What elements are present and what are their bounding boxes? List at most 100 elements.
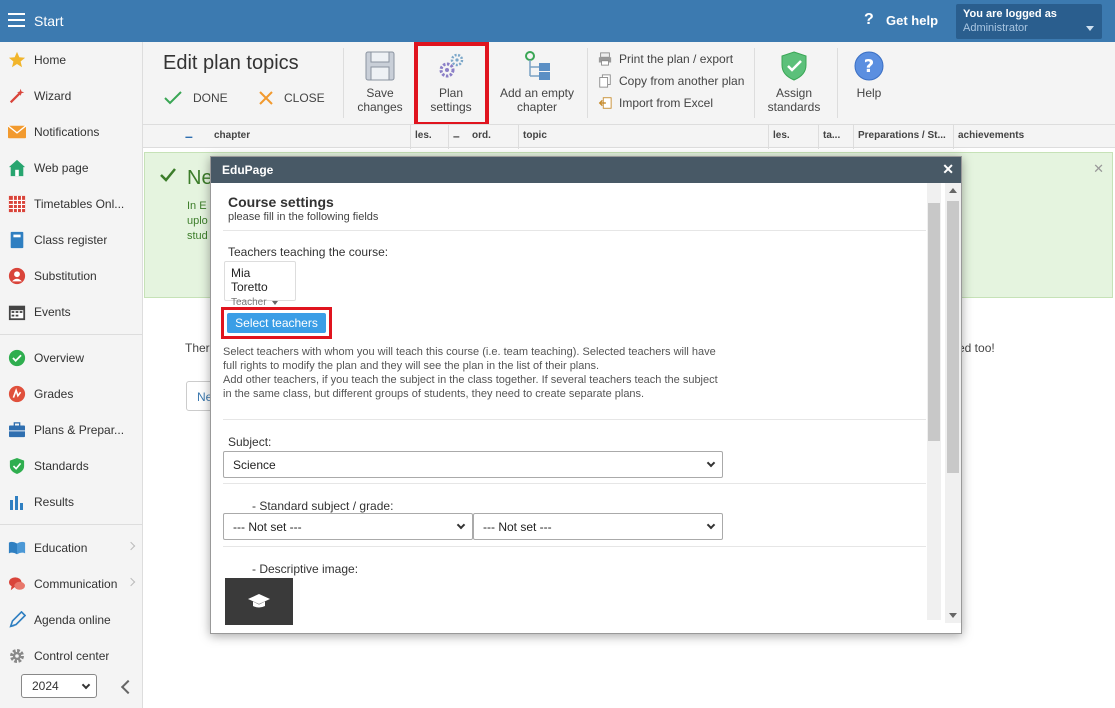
select-teachers-button[interactable]: Select teachers — [227, 313, 326, 333]
ord-collapse-button[interactable]: – — [448, 125, 468, 149]
scrollbar-thumb[interactable] — [947, 201, 959, 473]
standard-subject-value: --- Not set --- — [233, 520, 302, 534]
sidebar-item-grades[interactable]: Grades — [0, 381, 142, 407]
assign-standards-button[interactable]: Assign standards — [763, 50, 825, 114]
column-ta[interactable]: ta... — [818, 125, 853, 149]
collapse-all-button[interactable]: – — [143, 125, 210, 149]
person-icon — [8, 267, 26, 285]
sidebar-item-notifications[interactable]: Notifications — [0, 119, 142, 145]
grade-icon — [8, 385, 26, 403]
sidebar-item-label: Standards — [34, 459, 89, 473]
year-value: 2024 — [32, 679, 59, 693]
close-icon[interactable]: ✕ — [1093, 161, 1104, 177]
check-icon — [164, 91, 182, 105]
done-label: DONE — [193, 91, 228, 105]
copy-plan-button[interactable]: Copy from another plan — [598, 74, 744, 88]
sidebar-item-education[interactable]: Education — [0, 535, 142, 561]
hamburger-menu-icon[interactable] — [8, 13, 25, 27]
start-link[interactable]: Start — [34, 13, 64, 29]
sidebar: Home Wizard Notifications Web page Timet… — [0, 42, 143, 708]
notice-line: In E — [187, 200, 207, 212]
sidebar-item-agenda[interactable]: Agenda online — [0, 607, 142, 633]
star-icon — [8, 51, 26, 69]
print-label: Print the plan / export — [619, 52, 734, 66]
wand-icon — [8, 87, 26, 105]
get-help-link[interactable]: Get help — [886, 13, 938, 28]
sidebar-item-label: Wizard — [34, 89, 72, 103]
page-title: Edit plan topics — [163, 52, 299, 74]
sidebar-item-class-register[interactable]: Class register — [0, 227, 142, 253]
add-empty-chapter-button[interactable]: Add an empty chapter — [497, 50, 577, 114]
close-label: CLOSE — [284, 91, 325, 105]
scrollbar-thumb[interactable] — [928, 203, 940, 441]
collapse-sidebar-icon[interactable] — [120, 679, 136, 695]
copy-label: Copy from another plan — [619, 74, 745, 88]
dialog-scrollbar[interactable] — [945, 183, 961, 623]
column-les-2[interactable]: les. — [768, 125, 818, 149]
chevron-down-icon — [706, 458, 716, 468]
sidebar-item-web-page[interactable]: Web page — [0, 155, 142, 181]
sidebar-item-wizard[interactable]: Wizard — [0, 83, 142, 109]
scroll-down-icon[interactable] — [949, 613, 957, 618]
column-chapter[interactable]: chapter — [210, 125, 410, 149]
help-circle-icon: ? — [853, 50, 885, 82]
logged-in-user: Administrator — [963, 22, 1028, 34]
sidebar-item-timetables[interactable]: Timetables Onl... — [0, 191, 142, 217]
sidebar-item-label: Events — [34, 305, 71, 319]
standard-grade-select[interactable]: --- Not set --- — [473, 513, 723, 540]
column-preparations[interactable]: Preparations / St... — [853, 125, 953, 149]
standard-subject-select[interactable]: --- Not set --- — [223, 513, 473, 540]
chevron-down-icon — [456, 520, 466, 530]
sidebar-item-home[interactable]: Home — [0, 47, 142, 73]
bar-chart-icon — [8, 493, 26, 511]
save-label-2: changes — [357, 100, 403, 114]
help-button[interactable]: ? Help — [847, 50, 891, 100]
sidebar-item-control-center[interactable]: Control center — [0, 643, 142, 669]
sidebar-item-events[interactable]: Events — [0, 299, 142, 325]
book-icon — [8, 231, 26, 249]
close-button[interactable]: CLOSE — [258, 90, 325, 106]
divider — [223, 546, 926, 547]
sidebar-item-standards[interactable]: Standards — [0, 453, 142, 479]
descriptive-image[interactable] — [225, 578, 293, 625]
sidebar-item-overview[interactable]: Overview — [0, 345, 142, 371]
sidebar-item-label: Plans & Prepar... — [34, 423, 125, 437]
teacher-chip[interactable]: Mia Toretto Teacher — [224, 261, 296, 308]
dialog-inner-scrollbar[interactable] — [927, 183, 941, 620]
close-icon[interactable]: ✕ — [942, 161, 954, 178]
chevron-down-icon — [1086, 26, 1094, 31]
divider — [223, 483, 926, 484]
column-ord[interactable]: ord. — [468, 125, 518, 149]
column-topic[interactable]: topic — [518, 125, 768, 149]
notice-line: uplo — [187, 215, 208, 227]
chevron-down-icon — [271, 300, 278, 305]
year-select[interactable]: 2024 — [21, 674, 97, 698]
printer-icon — [598, 52, 612, 66]
sidebar-item-label: Communication — [34, 577, 118, 591]
question-icon[interactable]: ? — [864, 11, 874, 29]
shield-icon — [8, 457, 26, 475]
toolbar-divider — [587, 48, 588, 118]
column-achievements[interactable]: achievements — [953, 125, 1115, 149]
add-label-1: Add an empty — [499, 86, 575, 100]
sidebar-item-plans[interactable]: Plans & Prepar... — [0, 417, 142, 443]
scroll-up-icon[interactable] — [949, 188, 957, 193]
import-excel-button[interactable]: Import from Excel — [598, 96, 713, 110]
calendar-icon — [8, 303, 26, 321]
done-button[interactable]: DONE — [163, 90, 228, 106]
print-export-button[interactable]: Print the plan / export — [598, 52, 733, 66]
teachers-help-text: Select teachers with whom you will teach… — [223, 345, 728, 401]
sidebar-item-communication[interactable]: Communication — [0, 571, 142, 597]
divider — [223, 419, 926, 420]
standard-grade-value: --- Not set --- — [483, 520, 552, 534]
user-menu[interactable]: You are logged as Administrator — [956, 4, 1102, 39]
save-changes-button[interactable]: Save changes — [355, 50, 405, 114]
import-label: Import from Excel — [619, 96, 714, 110]
notice-line: stud — [187, 230, 208, 242]
subject-select[interactable]: Science — [223, 451, 723, 478]
column-les[interactable]: les. — [410, 125, 448, 149]
sidebar-item-substitution[interactable]: Substitution — [0, 263, 142, 289]
sidebar-item-results[interactable]: Results — [0, 489, 142, 515]
shield-check-icon — [778, 50, 810, 82]
sidebar-divider — [0, 524, 142, 525]
